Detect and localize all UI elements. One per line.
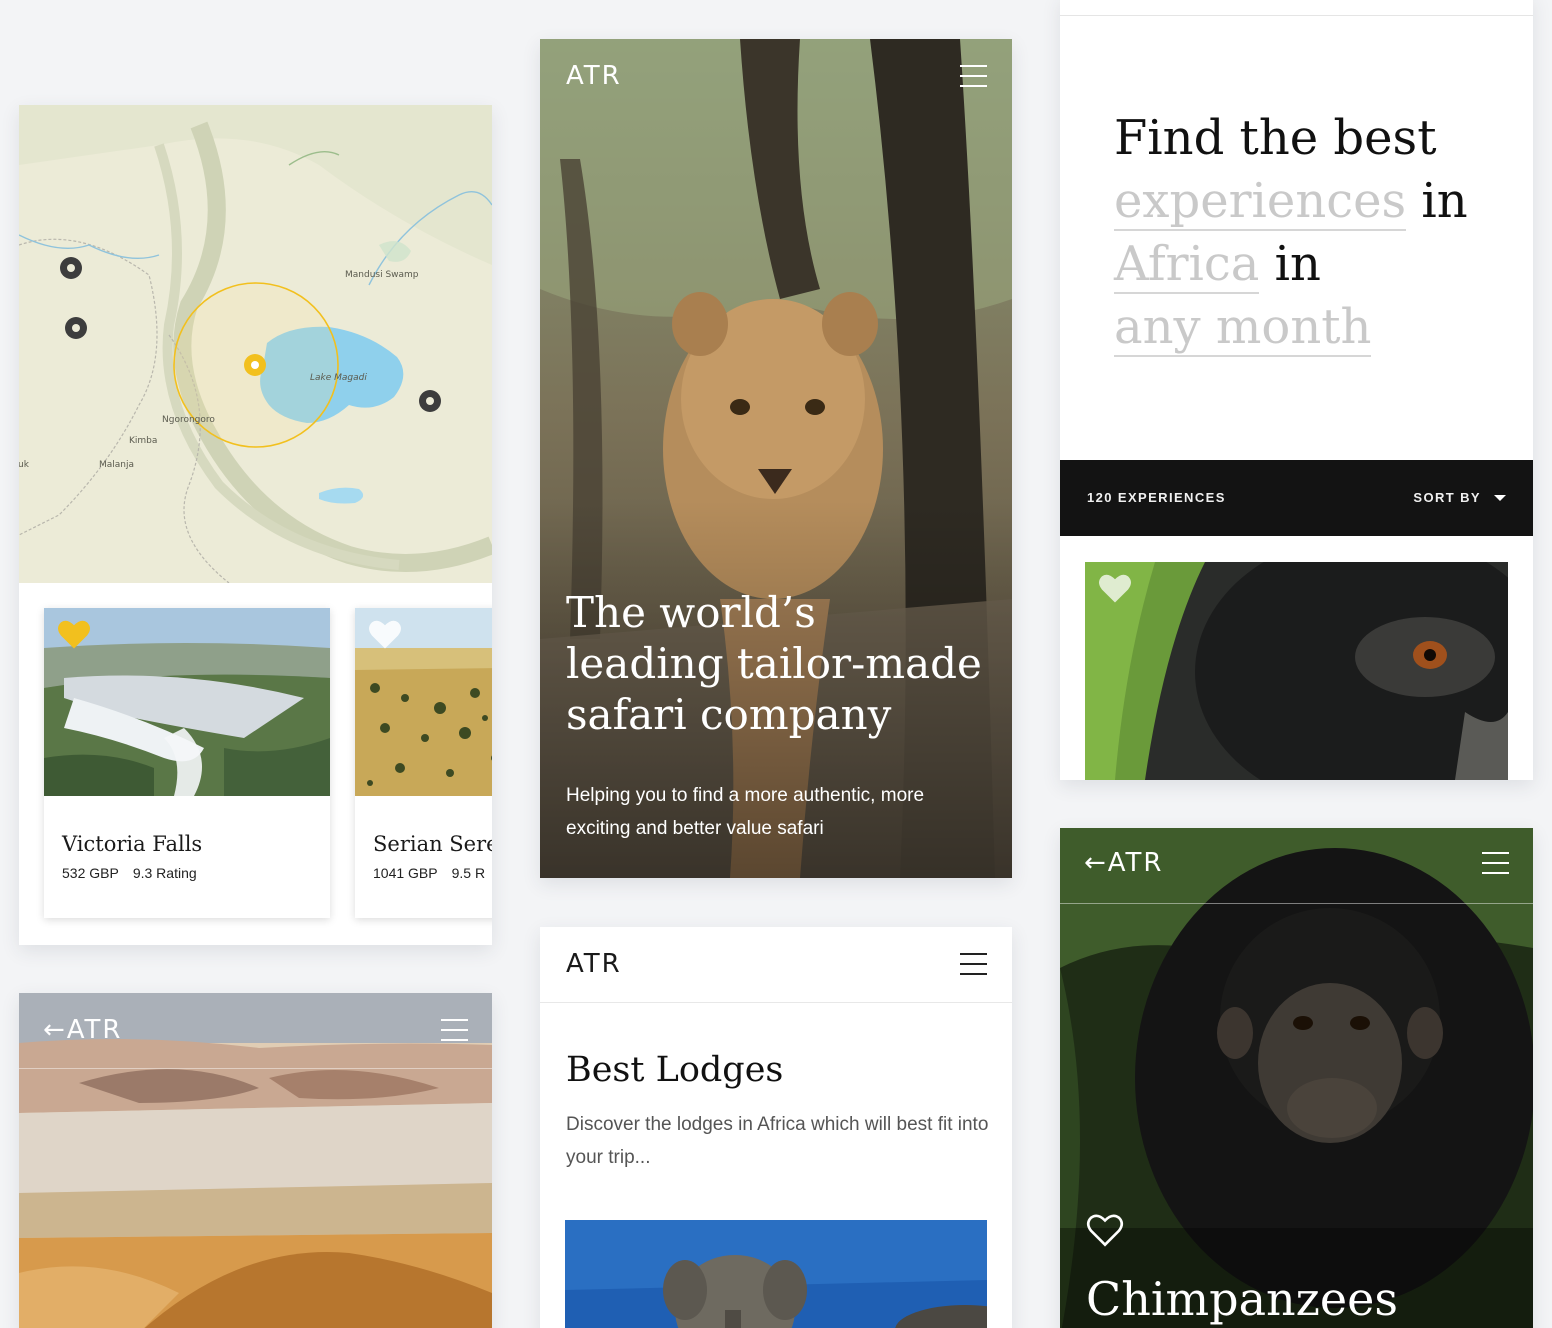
destination-selector[interactable]: Africa	[1114, 236, 1260, 294]
menu-icon[interactable]	[441, 1019, 468, 1041]
heart-icon[interactable]	[1084, 1212, 1126, 1248]
menu-icon[interactable]	[960, 953, 987, 975]
home-hero-screen: ATR The world’s leading tailor-made safa…	[540, 39, 1012, 878]
lodges-screen: ATR Best Lodges Discover the lodges in A…	[540, 927, 1012, 1328]
page-description: Discover the lodges in Africa which will…	[566, 1114, 989, 1168]
lodge-rating: 9.3 Rating	[132, 865, 197, 881]
month-selector[interactable]: any month	[1114, 299, 1372, 357]
lodge-meta: 1041 GBP 9.5 R	[373, 865, 485, 881]
lodge-price: 1041 GBP	[373, 865, 438, 881]
lodge-rating: 9.5 R	[451, 865, 486, 881]
menu-icon[interactable]	[960, 65, 987, 87]
heart-icon[interactable]	[56, 618, 92, 650]
hero-subtitle: Helping you to find a more authentic, mo…	[566, 785, 925, 839]
map-label: Lake Magadi	[310, 373, 367, 383]
lodge-card[interactable]: Victoria Falls 532 GBP 9.3 Rating	[44, 608, 330, 918]
lodge-card[interactable]: Serian Seren 1041 GBP 9.5 R	[355, 608, 492, 918]
lodge-name: Serian Seren	[373, 832, 492, 856]
lodge-image[interactable]	[565, 1220, 987, 1328]
map-screen: Mandusi Swamp Lake Magadi Ngorongoro Kim…	[19, 105, 492, 945]
map-view[interactable]: Mandusi Swamp Lake Magadi Ngorongoro Kim…	[19, 105, 492, 583]
finder-connector: in	[1421, 173, 1468, 229]
finder-connector: in	[1274, 236, 1321, 292]
experience-type-selector[interactable]: experiences	[1114, 173, 1407, 231]
map-label: Mandusi Swamp	[345, 270, 419, 280]
finder-intro: Find the best	[1114, 110, 1437, 166]
map-label: Ngorongoro	[162, 415, 215, 425]
back-logo[interactable]: ←ATR	[1084, 848, 1164, 878]
results-bar: 120 EXPERIENCES SORT BY	[1060, 460, 1533, 536]
heart-icon[interactable]	[367, 618, 403, 650]
page-title: Best Lodges	[566, 1050, 784, 1090]
back-logo[interactable]: ←ATR	[43, 1015, 123, 1045]
divider	[1060, 15, 1533, 16]
lodge-price: 532 GBP	[62, 865, 119, 881]
experience-title: Chimpanzees	[1086, 1272, 1398, 1326]
hero-image	[540, 39, 1012, 878]
heart-icon[interactable]	[1097, 572, 1133, 604]
header-divider	[1060, 903, 1533, 904]
map-label: Kimba	[129, 436, 158, 446]
menu-icon[interactable]	[1482, 852, 1509, 874]
lodge-name: Victoria Falls	[62, 832, 203, 856]
header-divider	[19, 1068, 492, 1069]
app-header: ATR	[540, 927, 1012, 1003]
sort-by-button[interactable]: SORT BY	[1413, 490, 1481, 505]
hero-title: The world’s leading tailor-made safari c…	[566, 588, 982, 739]
destination-screen: ←ATR	[19, 993, 492, 1328]
results-count: 120 EXPERIENCES	[1087, 490, 1226, 505]
experience-image[interactable]	[1085, 562, 1508, 780]
map-label: Malanja	[99, 460, 135, 470]
experience-finder-screen: Find the best experiences in Africa in a…	[1060, 0, 1533, 780]
map-label: uk	[19, 460, 29, 470]
experience-detail-screen: ←ATR Chimpanzees	[1060, 828, 1533, 1328]
caret-down-icon[interactable]	[1494, 495, 1506, 501]
brand-logo[interactable]: ATR	[566, 949, 622, 979]
lodge-carousel: Victoria Falls 532 GBP 9.3 Rating Serian…	[19, 583, 492, 945]
brand-logo[interactable]: ATR	[566, 61, 622, 91]
lodge-meta: 532 GBP 9.3 Rating	[62, 865, 197, 881]
finder-sentence: Find the best experiences in Africa in a…	[1114, 107, 1514, 359]
